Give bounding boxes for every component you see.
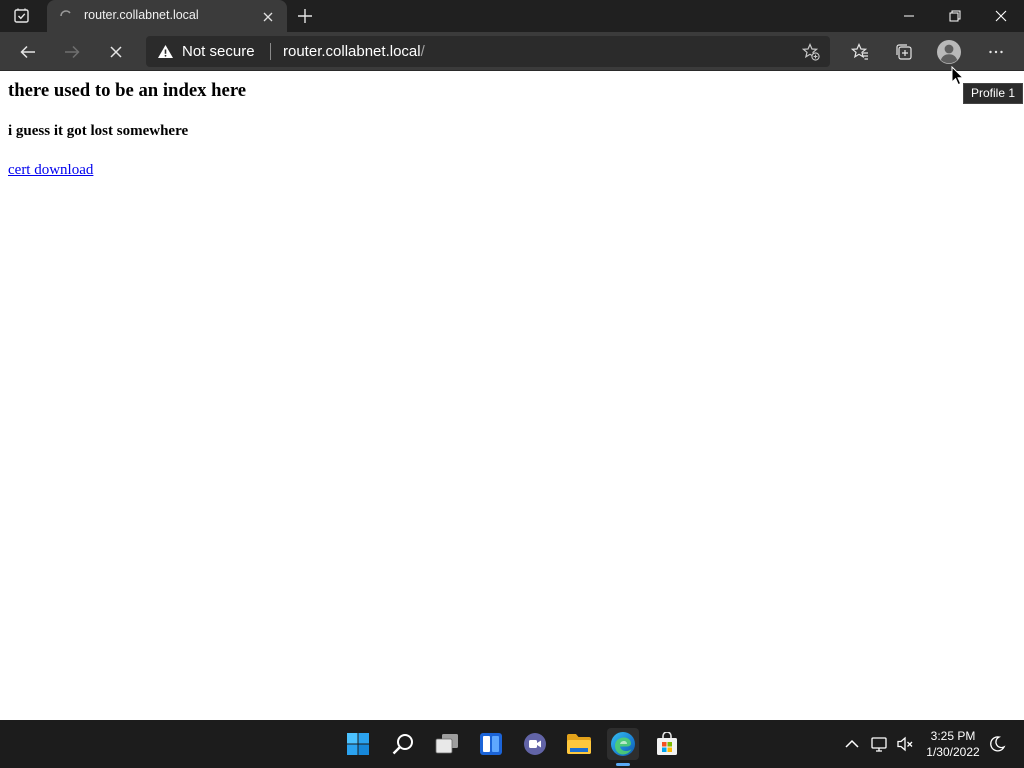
stop-loading-button[interactable] [101,37,131,67]
start-button[interactable] [342,728,374,760]
tab-title: router.collabnet.local [84,8,199,22]
store-icon[interactable] [651,728,683,760]
file-explorer-icon[interactable] [563,728,595,760]
show-hidden-icons-icon[interactable] [843,735,861,753]
page-subheading: i guess it got lost somewhere [8,123,189,139]
favorites-button[interactable] [845,37,875,67]
cert-download-link[interactable]: cert download [8,162,93,179]
more-menu-button[interactable] [981,37,1011,67]
url-host: router.collabnet.local [283,43,421,60]
widgets-icon[interactable] [475,728,507,760]
volume-muted-icon[interactable] [896,735,914,753]
chat-icon[interactable] [519,728,551,760]
minimize-button[interactable] [886,0,932,32]
browser-toolbar: Not secure router.collabnet.local/ [0,32,1024,71]
profile-button[interactable] [934,37,964,67]
not-secure-label[interactable]: Not secure [182,43,255,60]
task-view-icon[interactable] [431,728,463,760]
active-app-indicator [616,763,630,766]
back-button[interactable] [13,37,43,67]
mouse-cursor-icon [951,65,965,87]
url-path: / [420,43,425,60]
network-icon[interactable] [870,735,888,753]
collections-button[interactable] [889,37,919,67]
profile-tooltip: Profile 1 [963,83,1024,104]
warning-icon[interactable] [157,44,174,59]
edge-icon[interactable] [607,728,639,760]
clock-time: 3:25 PM [930,729,976,743]
address-divider [270,43,271,60]
clock-date: 1/30/2022 [926,745,980,759]
close-tab-icon[interactable] [261,9,275,23]
add-favorite-icon[interactable] [801,43,820,61]
new-tab-icon[interactable] [296,7,314,25]
taskbar: 3:25 PM 1/30/2022 [0,720,1024,768]
close-window-button[interactable] [978,0,1024,32]
loading-spinner-icon [59,8,73,22]
page-content: there used to be an index here i guess i… [0,71,1024,720]
title-bar: router.collabnet.local [0,0,1024,32]
taskbar-clock[interactable]: 3:25 PM 1/30/2022 [920,728,986,760]
forward-button[interactable] [57,37,87,67]
browser-tab[interactable]: router.collabnet.local [47,0,287,32]
restore-button[interactable] [932,0,978,32]
focus-assist-moon-icon[interactable] [988,735,1006,753]
search-icon[interactable] [387,728,419,760]
page-heading: there used to be an index here [8,80,247,101]
tab-actions-icon[interactable] [12,7,32,25]
address-bar[interactable]: Not secure router.collabnet.local/ [146,36,830,67]
url-text[interactable]: router.collabnet.local/ [283,43,425,60]
